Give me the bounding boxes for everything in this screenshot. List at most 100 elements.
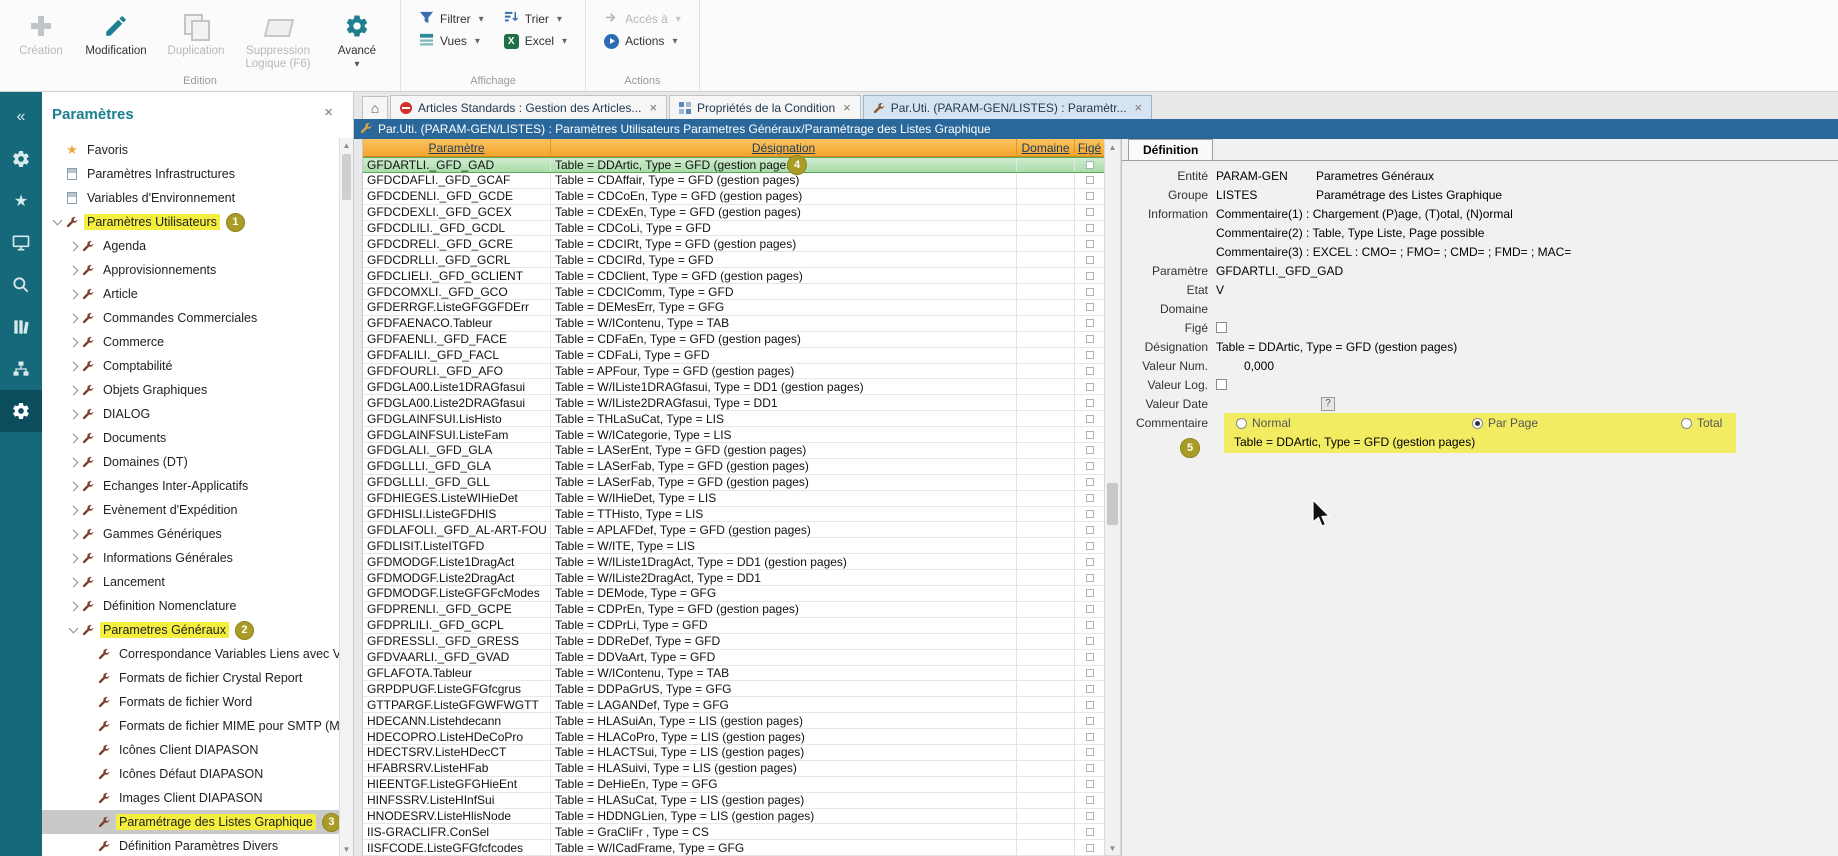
modification-button[interactable]: Modification <box>74 4 158 73</box>
fige-checkbox[interactable] <box>1086 367 1094 375</box>
table-row[interactable]: GFDCDLILI._GFD_GCDL Table = CDCoLi, Type… <box>363 221 1104 237</box>
tree-item[interactable]: ★ Paramètres Utilisateurs 1 <box>42 210 339 234</box>
table-row[interactable]: GFDFOURLI._GFD_AFO Table = APFour, Type … <box>363 364 1104 380</box>
fige-checkbox[interactable] <box>1086 669 1094 677</box>
scrollbar-thumb[interactable] <box>342 154 351 200</box>
table-row[interactable]: GFDHIEGES.ListeWIHieDet Table = W/IHieDe… <box>363 491 1104 507</box>
table-row[interactable]: HINFSSRV.ListeHInfSui Table = HLASuCat, … <box>363 793 1104 809</box>
radio-normal[interactable]: Normal <box>1236 416 1291 430</box>
fige-checkbox[interactable] <box>1086 415 1094 423</box>
tab[interactable]: Propriétés de la Condition <box>669 95 861 119</box>
fige-checkbox[interactable] <box>1086 240 1094 248</box>
table-row[interactable]: GFDERRGF.ListeGFGGFDErr Table = DEMesErr… <box>363 300 1104 316</box>
chevron-icon[interactable] <box>66 387 80 394</box>
chevron-icon[interactable] <box>66 291 80 298</box>
search-icon[interactable] <box>0 264 42 306</box>
tab-close-icon[interactable] <box>649 100 657 115</box>
table-row[interactable]: GFDGLA00.Liste1DRAGfasui Table = W/IList… <box>363 379 1104 395</box>
fige-checkbox[interactable] <box>1086 431 1094 439</box>
scroll-down-icon[interactable]: ▼ <box>1105 841 1120 855</box>
filtrer-button[interactable]: Filtrer <box>409 8 494 30</box>
chevron-icon[interactable] <box>66 555 80 562</box>
tree-item[interactable]: ★ Paramétrage des Listes Graphique 3 <box>42 810 339 834</box>
tree-item[interactable]: ★ Approvisionnements <box>42 258 339 282</box>
tree-item[interactable]: ★ Favoris <box>42 138 339 162</box>
tree-item[interactable]: ★ Parametres Généraux 2 <box>42 618 339 642</box>
table-row[interactable]: GFDGLALI._GFD_GLA Table = LASerEnt, Type… <box>363 443 1104 459</box>
chevron-icon[interactable] <box>66 243 80 250</box>
chevron-icon[interactable] <box>66 459 80 466</box>
tree-item[interactable]: ★ Echanges Inter-Applicatifs <box>42 474 339 498</box>
tree-item[interactable]: ★ Icônes Défaut DIAPASON <box>42 762 339 786</box>
table-row[interactable]: GFDGLA00.Liste2DRAGfasui Table = W/IList… <box>363 395 1104 411</box>
table-row[interactable]: HFABRSRV.ListeHFab Table = HLASuivi, Typ… <box>363 761 1104 777</box>
chevron-icon[interactable] <box>66 483 80 490</box>
fige-checkbox[interactable] <box>1086 256 1094 264</box>
table-row[interactable]: HDECOPRO.ListeHDeCoPro Table = HLACoPro,… <box>363 729 1104 745</box>
fige-checkbox[interactable] <box>1086 542 1094 550</box>
fige-checkbox[interactable] <box>1086 764 1094 772</box>
tree-item[interactable]: ★ Article <box>42 282 339 306</box>
duplication-button[interactable]: Duplication <box>158 4 234 73</box>
monitor-icon[interactable] <box>0 222 42 264</box>
table-row[interactable]: GFDPRENLI._GFD_GCPE Table = CDPrEn, Type… <box>363 602 1104 618</box>
fige-checkbox[interactable] <box>1086 828 1094 836</box>
table-row[interactable]: GFDCDEXLI._GFD_GCEX Table = CDExEn, Type… <box>363 205 1104 221</box>
column-header-domaine[interactable]: Domaine <box>1017 139 1075 156</box>
fige-checkbox[interactable] <box>1086 399 1094 407</box>
table-row[interactable]: GFDMODGF.ListeGFGFcModes Table = DEMode,… <box>363 586 1104 602</box>
excel-button[interactable]: Excel <box>494 30 577 52</box>
chevron-icon[interactable] <box>66 531 80 538</box>
fige-checkbox[interactable] <box>1086 446 1094 454</box>
table-row[interactable]: GFDLAFOLI._GFD_AL-ART-FOU Table = APLAFD… <box>363 522 1104 538</box>
tab-close-icon[interactable] <box>843 100 851 115</box>
acces-a-button[interactable]: Accès à <box>594 8 691 30</box>
table-row[interactable]: GFDCDENLI._GFD_GCDE Table = CDCoEn, Type… <box>363 189 1104 205</box>
fige-checkbox[interactable] <box>1086 717 1094 725</box>
table-row[interactable]: HDECANN.Listehdecann Table = HLASuiAn, T… <box>363 713 1104 729</box>
table-row[interactable]: GFDGLLLI._GFD_GLL Table = LASerFab, Type… <box>363 475 1104 491</box>
fige-checkbox[interactable] <box>1086 161 1094 169</box>
chevron-icon[interactable] <box>66 579 80 586</box>
tree-item[interactable]: ★ Evènement d'Expédition <box>42 498 339 522</box>
table-row[interactable]: HDECTSRV.ListeHDecCT Table = HLACTSui, T… <box>363 745 1104 761</box>
tree-item[interactable]: ★ Gammes Génériques <box>42 522 339 546</box>
scroll-down-icon[interactable]: ▼ <box>340 842 353 856</box>
settings-icon[interactable] <box>0 390 42 432</box>
avance-button[interactable]: Avancé ▾ <box>322 4 392 73</box>
chevron-icon[interactable] <box>66 315 80 322</box>
table-row[interactable]: GFDFAENLI._GFD_FACE Table = CDFaEn, Type… <box>363 332 1104 348</box>
fige-checkbox[interactable] <box>1086 701 1094 709</box>
table-row[interactable]: GFDCOMXLI._GFD_GCO Table = CDCIComm, Typ… <box>363 284 1104 300</box>
table-row[interactable]: GFDLISIT.ListeITGFD Table = W/ITE, Type … <box>363 538 1104 554</box>
commentaire-text[interactable]: Table = DDArtic, Type = GFD (gestion pag… <box>1234 435 1736 449</box>
fige-checkbox[interactable] <box>1086 605 1094 613</box>
tree-item[interactable]: ★ Informations Générales <box>42 546 339 570</box>
fige-checkbox[interactable] <box>1086 621 1094 629</box>
fige-checkbox[interactable] <box>1086 478 1094 486</box>
tab[interactable]: Par.Uti. (PARAM-GEN/LISTES) : Paramètr..… <box>863 95 1152 119</box>
radio-total[interactable]: Total <box>1681 416 1722 430</box>
fige-checkbox[interactable] <box>1086 335 1094 343</box>
scroll-up-icon[interactable]: ▲ <box>340 138 353 152</box>
fige-checkbox[interactable] <box>1086 733 1094 741</box>
fige-checkbox[interactable] <box>1086 844 1094 852</box>
fige-checkbox[interactable] <box>1086 272 1094 280</box>
table-row[interactable]: GFDFAENACO.Tableur Table = W/IContenu, T… <box>363 316 1104 332</box>
fige-checkbox[interactable] <box>1086 748 1094 756</box>
valeur-log-checkbox[interactable] <box>1216 379 1227 390</box>
scroll-up-icon[interactable]: ▲ <box>1105 140 1120 154</box>
tree-item[interactable]: ★ Formats de fichier Word <box>42 690 339 714</box>
fige-checkbox[interactable] <box>1086 526 1094 534</box>
fige-checkbox[interactable] <box>1086 319 1094 327</box>
favorites-icon[interactable]: ★ <box>0 180 42 222</box>
table-row[interactable]: GFDFALILI._GFD_FACL Table = CDFaLi, Type… <box>363 348 1104 364</box>
appearance-icon[interactable] <box>0 138 42 180</box>
table-row[interactable]: GFDGLLLI._GFD_GLA Table = LASerFab, Type… <box>363 459 1104 475</box>
date-help-button[interactable]: ? <box>1321 397 1335 411</box>
fige-checkbox[interactable] <box>1086 510 1094 518</box>
fige-checkbox[interactable] <box>1086 192 1094 200</box>
table-row[interactable]: GFDVAARLI._GFD_GVAD Table = DDVaArt, Typ… <box>363 650 1104 666</box>
table-row[interactable]: GFDCLIELI._GFD_GCLIENT Table = CDClient,… <box>363 268 1104 284</box>
chevron-icon[interactable] <box>66 339 80 346</box>
